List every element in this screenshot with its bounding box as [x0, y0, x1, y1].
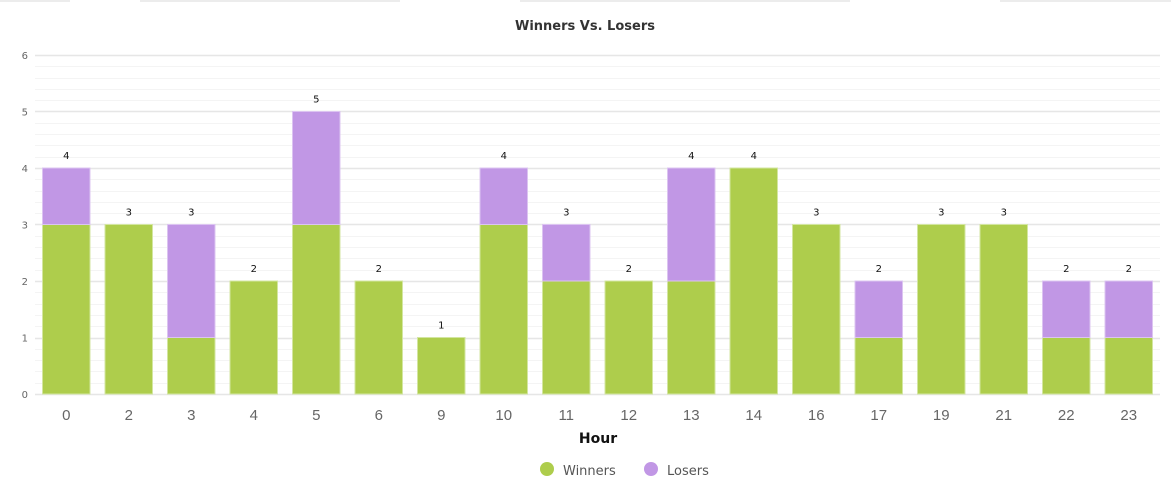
- bar-winners-12[interactable]: [604, 280, 653, 395]
- bar-winners-21[interactable]: [979, 224, 1028, 395]
- data-label: 2: [876, 264, 882, 275]
- legend-item-winners[interactable]: Winners: [540, 462, 616, 479]
- legend-item-losers[interactable]: Losers: [644, 462, 709, 479]
- x-tick-label: 19: [933, 407, 950, 424]
- x-tick-label: 23: [1120, 407, 1137, 424]
- x-tick-label: 11: [558, 407, 574, 424]
- data-label: 4: [751, 151, 757, 162]
- data-label: 2: [1063, 264, 1069, 275]
- y-tick-label: 4: [22, 164, 28, 175]
- x-tick-label: 9: [437, 407, 445, 424]
- data-label: 2: [1126, 264, 1132, 275]
- bar-winners-14[interactable]: [729, 167, 778, 395]
- bar-winners-22[interactable]: [1042, 337, 1091, 395]
- bar-winners-9[interactable]: [417, 337, 466, 395]
- data-label: 3: [563, 208, 569, 219]
- chart-title: Winners Vs. Losers: [515, 19, 655, 34]
- bar-winners-2[interactable]: [104, 224, 153, 395]
- bar-winners-5[interactable]: [292, 224, 341, 395]
- x-tick-label: 2: [125, 407, 133, 424]
- x-tick-label: 3: [187, 407, 195, 424]
- data-label: 2: [626, 264, 632, 275]
- data-label: 4: [688, 151, 694, 162]
- x-tick-label: 21: [995, 407, 1012, 424]
- x-tick-label: 14: [745, 407, 762, 424]
- bar-losers-0[interactable]: [42, 167, 91, 225]
- bars: [42, 111, 1153, 395]
- data-label: 4: [501, 151, 507, 162]
- y-tick-label: 1: [22, 334, 28, 345]
- data-label: 4: [63, 151, 69, 162]
- data-label: 3: [1001, 208, 1007, 219]
- bar-winners-6[interactable]: [354, 280, 403, 395]
- bar-winners-0[interactable]: [42, 224, 91, 395]
- y-tick-label: 6: [22, 51, 28, 62]
- x-tick-label: 17: [870, 407, 887, 424]
- bar-losers-5[interactable]: [292, 111, 341, 225]
- legend-label: Losers: [667, 464, 709, 479]
- y-tick-label: 2: [22, 277, 28, 288]
- chart: Winners Vs. Losers 0123456 43 325214324 43…: [22, 19, 1160, 479]
- legend-marker-icon: [540, 462, 554, 476]
- data-label: 3: [813, 208, 819, 219]
- y-tick-label: 5: [22, 108, 28, 119]
- data-label: 5: [313, 95, 319, 106]
- x-axis-title: Hour: [579, 431, 617, 447]
- data-label: 3: [188, 208, 194, 219]
- bar-losers-13[interactable]: [667, 167, 716, 282]
- data-label: 1: [438, 321, 444, 332]
- bar-winners-13[interactable]: [667, 280, 716, 395]
- bar-losers-3[interactable]: [167, 224, 216, 338]
- bar-losers-11[interactable]: [542, 224, 591, 282]
- legend-marker-icon: [644, 462, 658, 476]
- bar-winners-17[interactable]: [854, 337, 903, 395]
- bar-winners-16[interactable]: [792, 224, 841, 395]
- y-axis: 0 1 2 3 4 5 6: [22, 51, 28, 401]
- data-label: 3: [938, 208, 944, 219]
- bar-winners-3[interactable]: [167, 337, 216, 395]
- bar-losers-17[interactable]: [854, 280, 903, 338]
- bar-losers-10[interactable]: [479, 167, 528, 225]
- bar-winners-19[interactable]: [917, 224, 966, 395]
- x-tick-label: 22: [1058, 407, 1075, 424]
- x-tick-label: 12: [620, 407, 637, 424]
- x-tick-label: 13: [683, 407, 700, 424]
- x-tick-label: 6: [375, 407, 383, 424]
- data-label: 3: [126, 208, 132, 219]
- bar-losers-22[interactable]: [1042, 280, 1091, 338]
- x-tick-label: 5: [312, 407, 320, 424]
- bar-losers-23[interactable]: [1104, 280, 1153, 338]
- data-label: 2: [376, 264, 382, 275]
- x-tick-label: 10: [495, 407, 512, 424]
- x-tick-label: 0: [62, 407, 70, 424]
- y-tick-label: 0: [22, 390, 28, 401]
- legend: Winners Losers: [540, 462, 709, 479]
- bar-winners-23[interactable]: [1104, 337, 1153, 395]
- x-axis: 0 2 3 4 5 6 9 10 11 12 13 14 16 17 19 21 22 23: [62, 407, 1137, 424]
- x-tick-label: 16: [808, 407, 825, 424]
- x-tick-label: 4: [250, 407, 258, 424]
- bar-winners-4[interactable]: [229, 280, 278, 395]
- data-label: 2: [251, 264, 257, 275]
- legend-label: Winners: [563, 464, 616, 479]
- bar-winners-11[interactable]: [542, 280, 591, 395]
- bar-winners-10[interactable]: [479, 224, 528, 395]
- y-tick-label: 3: [22, 221, 28, 232]
